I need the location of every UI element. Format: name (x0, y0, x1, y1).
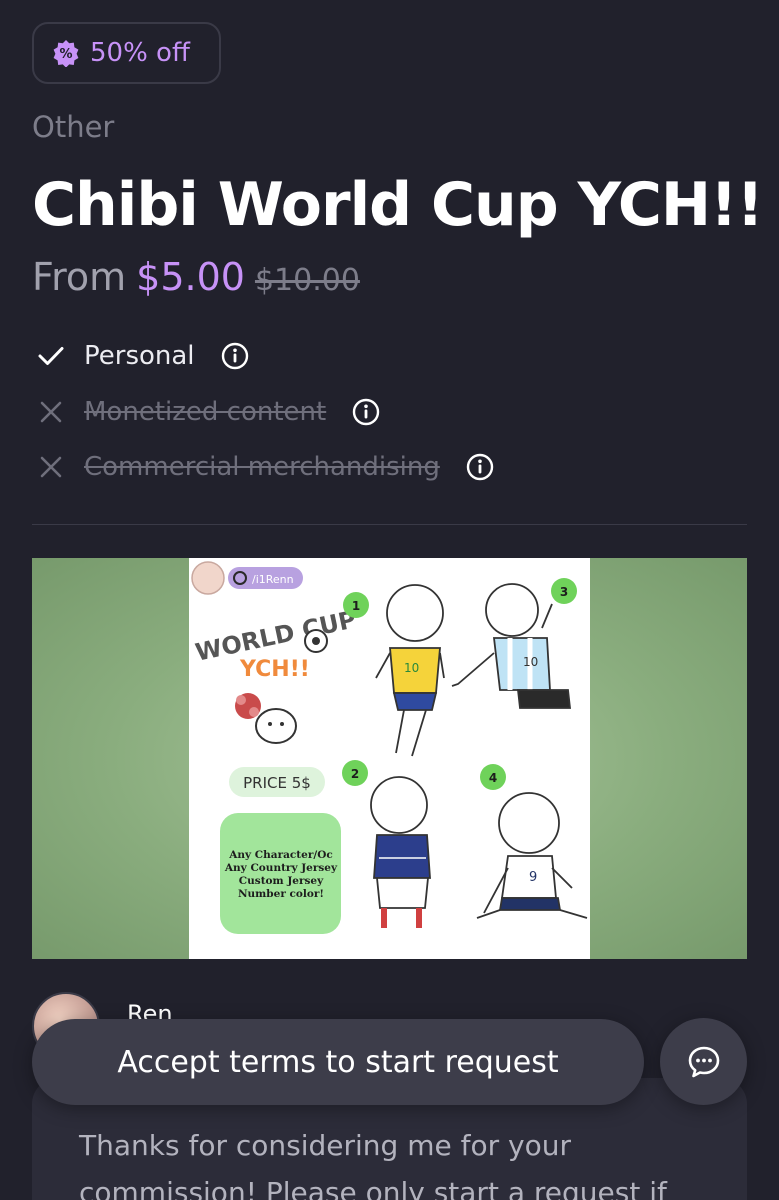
preview-headline-2: YCH!! (239, 657, 310, 682)
chibi-figure-france (370, 776, 431, 928)
license-item-commercial: Commercial merchandising (36, 449, 494, 485)
license-item-personal: Personal (36, 338, 494, 374)
accept-terms-button[interactable]: Accept terms to start request (32, 1019, 644, 1105)
notes-line: Number color! (238, 888, 324, 900)
price-prefix: From (32, 255, 127, 299)
svg-text:%: % (59, 47, 72, 62)
x-icon (40, 456, 62, 478)
notes-line: Any Country Jersey (224, 862, 338, 874)
x-icon (40, 401, 62, 422)
handle-text: /i1Renn (252, 573, 294, 586)
jersey-number: 10 (523, 655, 538, 669)
price-tag-text: PRICE 5$ (243, 774, 311, 792)
terms-text: Thanks for considering me for your commi… (79, 1129, 667, 1200)
svg-text:4: 4 (489, 771, 497, 785)
chat-icon (688, 1046, 719, 1077)
jersey-number: 10 (404, 661, 419, 675)
license-list: Personal Monetized content Commercial me… (36, 338, 494, 505)
notes-line: Custom Jersey (239, 875, 324, 887)
license-label: Personal (84, 341, 195, 371)
info-icon[interactable] (466, 453, 494, 481)
discount-badge: % 50% off (32, 22, 221, 84)
section-divider (32, 524, 747, 525)
license-label: Commercial merchandising (84, 452, 440, 482)
price-original: $10.00 (254, 263, 360, 298)
chat-button[interactable] (660, 1018, 747, 1105)
svg-text:2: 2 (351, 767, 359, 781)
commission-preview-image[interactable]: /i1Renn WORLD CUP YCH!! PRICE 5$ Any Cha… (32, 558, 747, 959)
listing-category: Other (32, 110, 115, 144)
license-label: Monetized content (84, 396, 327, 427)
price-row: From $5.00 $10.00 (32, 255, 360, 299)
check-icon (38, 347, 64, 365)
svg-text:3: 3 (560, 585, 568, 599)
info-icon[interactable] (221, 342, 249, 370)
info-icon[interactable] (352, 398, 380, 426)
percent-badge-icon: % (53, 40, 79, 67)
svg-text:1: 1 (352, 599, 360, 613)
price-current: $5.00 (136, 255, 245, 299)
notes-line: Any Character/Oc (228, 849, 333, 861)
artist-mini-avatar (191, 561, 225, 595)
jersey-number: 9 (529, 870, 537, 885)
listing-title: Chibi World Cup YCH!! (32, 170, 764, 240)
license-item-monetized: Monetized content (36, 394, 494, 430)
discount-label: 50% off (90, 38, 190, 68)
ych-artwork: /i1Renn WORLD CUP YCH!! PRICE 5$ Any Cha… (189, 558, 590, 959)
